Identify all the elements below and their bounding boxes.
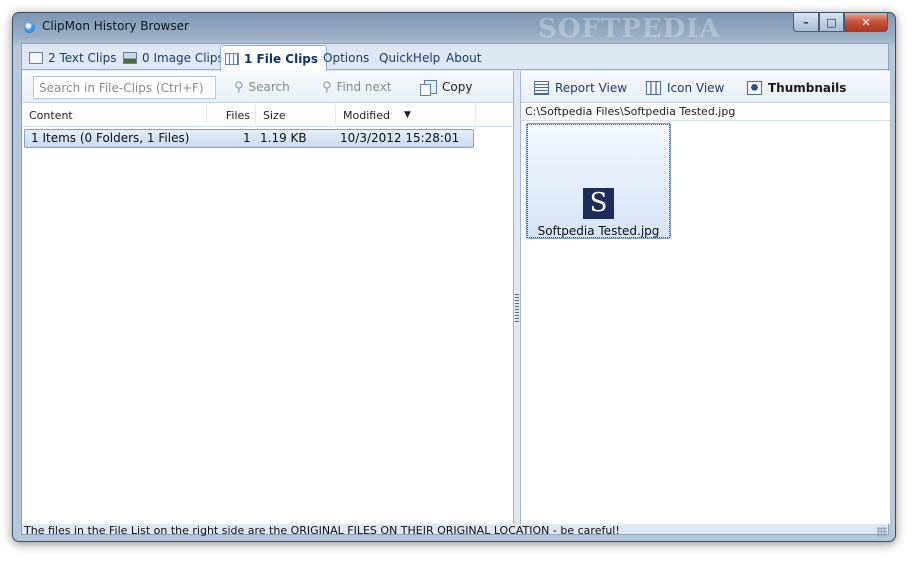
tab-image-clips[interactable]: 0 Image Clips	[123, 47, 224, 69]
window-controls: – □ ✕	[793, 13, 888, 32]
thumbnails-icon	[747, 81, 762, 95]
find-next-label: Find next	[336, 80, 392, 94]
tab-label: 1 File Clips	[244, 51, 319, 66]
search-toolbar: ⚲ Search ⚲ Find next Copy	[22, 71, 513, 103]
status-text: The files in the File List on the right …	[24, 524, 620, 537]
cell-size: 1.19 KB	[260, 131, 307, 145]
tab-label: Options	[323, 51, 370, 65]
file-path: C:\Softpedia Files\Softpedia Tested.jpg	[521, 103, 890, 121]
file-thumbnail[interactable]: S Softpedia Tested.jpg	[526, 123, 671, 239]
column-size[interactable]: Size	[256, 103, 336, 127]
search-label: Search	[248, 80, 290, 94]
tab-text-clips[interactable]: 2 Text Clips	[29, 47, 116, 69]
maximize-button[interactable]: □	[819, 13, 844, 32]
cell-content: 1 Items (0 Folders, 1 Files)	[31, 131, 190, 145]
icon-view-label: Icon View	[667, 81, 725, 95]
text-clips-icon	[29, 52, 43, 64]
watermark: SOFTPEDIA	[538, 14, 721, 44]
window-title: ClipMon History Browser	[42, 19, 189, 33]
tab-file-clips[interactable]: 1 File Clips	[220, 45, 328, 71]
tab-bar: 2 Text Clips 0 Image Clips 1 File Clips …	[22, 44, 888, 71]
file-clips-panel: ⚲ Search ⚲ Find next Copy Content Files …	[22, 71, 514, 524]
report-view-icon	[534, 81, 549, 95]
tab-label: QuickHelp	[379, 51, 441, 65]
tab-label: 0 Image Clips	[142, 51, 224, 65]
column-modified-label: Modified	[343, 108, 390, 122]
table-row[interactable]: 1 Items (0 Folders, 1 Files) 1 1.19 KB 1…	[24, 129, 474, 148]
thumbnail-label: Softpedia Tested.jpg	[537, 224, 660, 238]
copy-icon	[420, 80, 437, 96]
tab-label: 2 Text Clips	[48, 51, 117, 65]
list-header: Content Files Size Modified ▼	[22, 103, 513, 127]
column-modified[interactable]: Modified ▼	[336, 103, 476, 127]
report-view-label: Report View	[555, 81, 628, 95]
tab-quickhelp[interactable]: QuickHelp	[379, 47, 440, 69]
splitter-handle[interactable]	[515, 294, 519, 324]
tab-label: About	[446, 51, 482, 65]
search-button[interactable]: ⚲ Search	[234, 78, 290, 96]
status-bar: The files in the File List on the right …	[22, 524, 888, 537]
cell-modified: 10/3/2012 15:28:01	[340, 131, 460, 145]
tab-about[interactable]: About	[446, 47, 481, 69]
magnifier-icon: ⚲	[234, 79, 244, 95]
client-area: 2 Text Clips 0 Image Clips 1 File Clips …	[21, 43, 890, 537]
thumbnails-label: Thumbnails	[768, 81, 847, 95]
title-bar[interactable]: ClipMon History Browser SOFTPEDIA – □ ✕	[13, 13, 895, 44]
icon-view-icon	[646, 81, 661, 95]
column-files[interactable]: Files	[207, 103, 256, 127]
file-clips-icon	[225, 52, 239, 65]
tab-options[interactable]: Options	[323, 47, 369, 69]
icon-view-button[interactable]: Icon View	[646, 79, 724, 97]
search-input[interactable]	[33, 76, 216, 99]
minimize-button[interactable]: –	[793, 13, 819, 32]
thumbnail-image: S	[583, 188, 614, 219]
app-icon	[24, 22, 35, 33]
close-button[interactable]: ✕	[844, 13, 888, 32]
thumbnails-button[interactable]: Thumbnails	[747, 79, 846, 97]
find-next-button[interactable]: ⚲ Find next	[322, 78, 392, 96]
sort-desc-icon: ▼	[403, 110, 411, 120]
column-content[interactable]: Content	[22, 103, 207, 127]
file-view-panel: Report View Icon View Thumbnails C:\Soft…	[520, 71, 890, 524]
image-clips-icon	[123, 52, 137, 64]
resize-grip-icon[interactable]	[877, 527, 887, 537]
cell-files: 1	[243, 131, 251, 145]
copy-label: Copy	[442, 80, 473, 94]
app-window: ClipMon History Browser SOFTPEDIA – □ ✕ …	[12, 12, 896, 542]
report-view-button[interactable]: Report View	[534, 79, 627, 97]
view-toolbar: Report View Icon View Thumbnails	[521, 71, 890, 103]
copy-button[interactable]: Copy	[420, 78, 473, 96]
find-next-icon: ⚲	[322, 79, 332, 95]
